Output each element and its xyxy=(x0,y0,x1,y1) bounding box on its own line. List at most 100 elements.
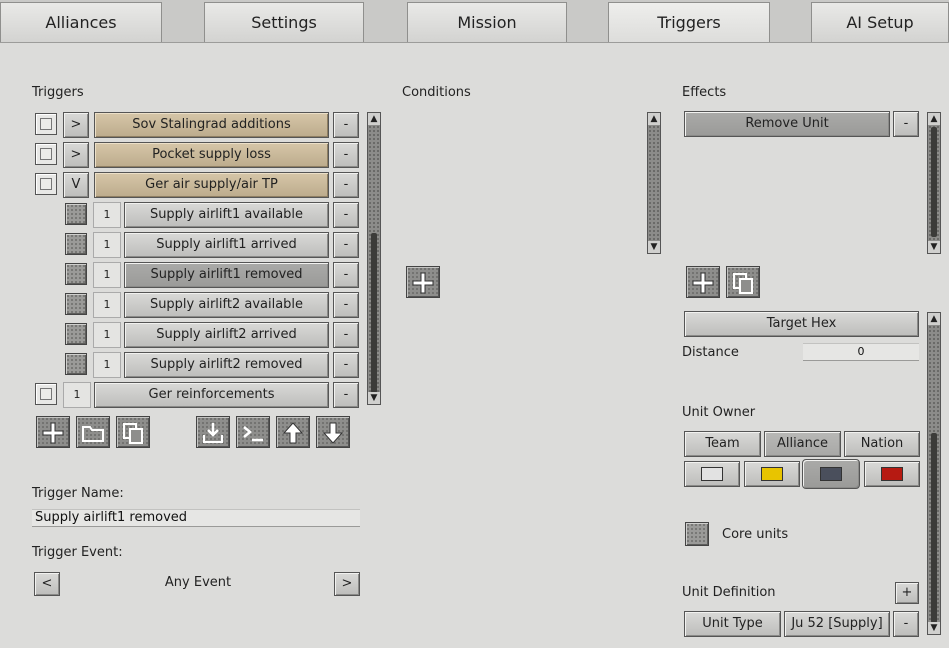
terminal-icon xyxy=(243,426,263,442)
trigger-remove-button[interactable]: - xyxy=(333,292,359,318)
arrow-up-icon xyxy=(282,422,304,444)
scroll-thumb[interactable] xyxy=(931,433,937,623)
trigger-enable-checkbox[interactable] xyxy=(65,353,87,375)
move-down-button[interactable] xyxy=(316,416,350,448)
trigger-expand-toggle[interactable]: > xyxy=(63,112,89,138)
owner-color-dark-button[interactable] xyxy=(802,459,860,489)
trigger-enable-checkbox[interactable] xyxy=(65,293,87,315)
add-unit-definition-button[interactable]: + xyxy=(895,582,919,604)
owner-team-button[interactable]: Team xyxy=(684,431,761,457)
trigger-remove-button[interactable]: - xyxy=(333,262,359,288)
trigger-name-button[interactable]: Sov Stalingrad additions xyxy=(94,112,329,138)
trigger-name-button[interactable]: Pocket supply loss xyxy=(94,142,329,168)
unit-type-remove-button[interactable]: - xyxy=(893,611,919,637)
tab-ai-setup[interactable]: AI Setup xyxy=(811,2,949,42)
scroll-down-icon[interactable]: ▼ xyxy=(648,241,660,253)
trigger-remove-button[interactable]: - xyxy=(333,352,359,378)
trigger-remove-button[interactable]: - xyxy=(333,172,359,198)
trigger-event-label: Trigger Event: xyxy=(32,545,123,560)
owner-color-yellow-button[interactable] xyxy=(744,461,800,487)
trigger-number: 1 xyxy=(93,262,121,288)
unit-type-value-button[interactable]: Ju 52 [Supply] xyxy=(784,611,890,637)
tab-triggers[interactable]: Triggers xyxy=(608,2,770,44)
console-button[interactable] xyxy=(236,416,270,448)
trigger-name-field[interactable]: Supply airlift1 removed xyxy=(32,509,360,527)
trigger-event-value: Any Event xyxy=(164,575,232,590)
trigger-expand-toggle[interactable]: > xyxy=(63,142,89,168)
effects-title: Effects xyxy=(682,85,727,100)
trigger-number: 1 xyxy=(93,202,121,228)
trigger-enable-checkbox[interactable] xyxy=(65,203,87,225)
trigger-name-button[interactable]: Ger reinforcements xyxy=(94,382,329,408)
folder-icon xyxy=(82,426,104,442)
scroll-thumb[interactable] xyxy=(931,127,937,237)
scroll-down-icon[interactable]: ▼ xyxy=(368,392,380,404)
effect-remove-button[interactable]: - xyxy=(893,111,919,137)
copy-trigger-button[interactable] xyxy=(116,416,150,448)
add-effect-button[interactable] xyxy=(686,266,720,298)
trigger-remove-button[interactable]: - xyxy=(333,232,359,258)
trigger-enable-checkbox[interactable] xyxy=(35,113,57,135)
tab-settings[interactable]: Settings xyxy=(204,2,364,42)
trigger-expand-toggle[interactable]: V xyxy=(63,172,89,198)
scroll-up-icon[interactable]: ▲ xyxy=(928,313,940,325)
move-up-button[interactable] xyxy=(276,416,310,448)
effects-scrollbar[interactable]: ▲ ▼ xyxy=(927,112,941,254)
trigger-remove-button[interactable]: - xyxy=(333,112,359,138)
trigger-enable-checkbox[interactable] xyxy=(65,263,87,285)
copy-effect-button[interactable] xyxy=(726,266,760,298)
trigger-name-button[interactable]: Supply airlift1 removed xyxy=(124,262,329,288)
unit-type-label-button[interactable]: Unit Type xyxy=(684,611,781,637)
trigger-number: 1 xyxy=(93,292,121,318)
trigger-enable-checkbox[interactable] xyxy=(35,143,57,165)
trigger-number: 1 xyxy=(93,352,121,378)
conditions-scrollbar[interactable]: ▲ ▼ xyxy=(647,112,661,254)
trigger-enable-checkbox[interactable] xyxy=(65,323,87,345)
trigger-remove-button[interactable]: - xyxy=(333,382,359,408)
copy-icon xyxy=(733,273,753,294)
event-prev-button[interactable]: < xyxy=(34,572,60,596)
trigger-list-scrollbar[interactable]: ▲ ▼ xyxy=(367,112,381,405)
trigger-name-button[interactable]: Supply airlift2 available xyxy=(124,292,329,318)
add-condition-button[interactable] xyxy=(406,266,440,298)
trigger-enable-checkbox[interactable] xyxy=(65,233,87,255)
trigger-enable-checkbox[interactable] xyxy=(35,383,57,405)
distance-field[interactable]: 0 xyxy=(803,343,919,361)
tab-mission[interactable]: Mission xyxy=(407,2,567,42)
arrow-down-icon xyxy=(322,422,344,444)
scroll-up-icon[interactable]: ▲ xyxy=(928,113,940,125)
tab-alliances[interactable]: Alliances xyxy=(0,2,162,42)
unit-definition-label: Unit Definition xyxy=(682,585,776,600)
scroll-thumb[interactable] xyxy=(371,233,377,393)
scroll-down-icon[interactable]: ▼ xyxy=(928,622,940,634)
import-trigger-button[interactable] xyxy=(196,416,230,448)
target-hex-button[interactable]: Target Hex xyxy=(684,311,919,337)
owner-alliance-button[interactable]: Alliance xyxy=(764,431,841,457)
add-trigger-button[interactable] xyxy=(36,416,70,448)
trigger-remove-button[interactable]: - xyxy=(333,202,359,228)
core-units-checkbox[interactable] xyxy=(685,522,709,546)
plus-icon xyxy=(412,272,434,294)
trigger-name-button[interactable]: Supply airlift2 arrived xyxy=(124,322,329,348)
effect-item-remove-unit[interactable]: Remove Unit xyxy=(684,111,890,137)
trigger-name-button[interactable]: Ger air supply/air TP xyxy=(94,172,329,198)
trigger-name-button[interactable]: Supply airlift1 available xyxy=(124,202,329,228)
scroll-down-icon[interactable]: ▼ xyxy=(928,241,940,253)
owner-color-white-button[interactable] xyxy=(684,461,740,487)
trigger-remove-button[interactable]: - xyxy=(333,142,359,168)
trigger-enable-checkbox[interactable] xyxy=(35,173,57,195)
effect-details-scrollbar[interactable]: ▲ ▼ xyxy=(927,312,941,635)
owner-color-red-button[interactable] xyxy=(864,461,920,487)
trigger-number: 1 xyxy=(93,232,121,258)
core-units-label: Core units xyxy=(722,527,789,542)
event-next-button[interactable]: > xyxy=(334,572,360,596)
trigger-name-button[interactable]: Supply airlift2 removed xyxy=(124,352,329,378)
scroll-up-icon[interactable]: ▲ xyxy=(368,113,380,125)
scroll-up-icon[interactable]: ▲ xyxy=(648,113,660,125)
triggers-title: Triggers xyxy=(32,85,84,100)
download-icon xyxy=(203,423,223,443)
trigger-name-button[interactable]: Supply airlift1 arrived xyxy=(124,232,329,258)
add-folder-button[interactable] xyxy=(76,416,110,448)
owner-nation-button[interactable]: Nation xyxy=(844,431,920,457)
trigger-remove-button[interactable]: - xyxy=(333,322,359,348)
